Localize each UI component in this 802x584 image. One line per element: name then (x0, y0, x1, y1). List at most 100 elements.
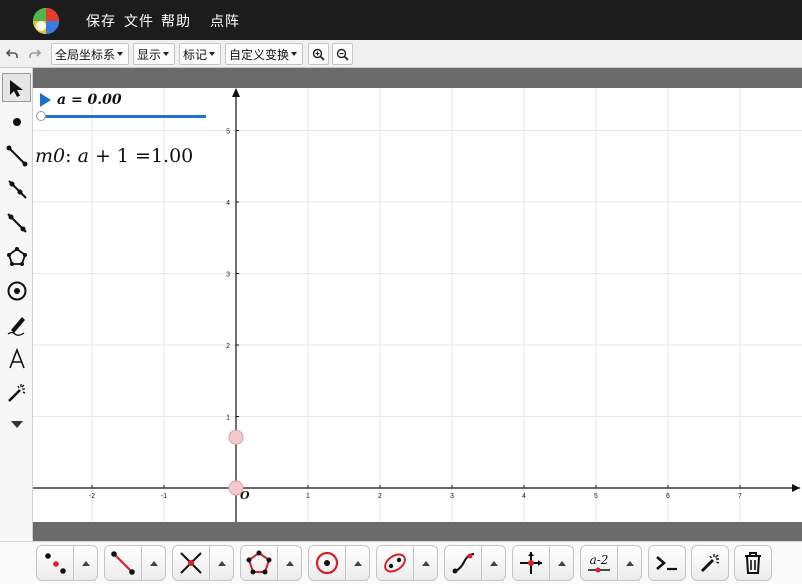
parameter-slider-track[interactable] (40, 115, 206, 118)
terminal-icon (656, 556, 677, 571)
geometry-point[interactable] (228, 480, 244, 496)
point-tool[interactable] (2, 107, 31, 136)
x-tick-label: 2 (378, 493, 382, 500)
polygon-tools-group (240, 545, 302, 581)
chevron-down-icon (163, 52, 170, 56)
menu-save[interactable]: 保存 (86, 11, 116, 31)
segment-tools-button[interactable] (104, 545, 142, 581)
intersection-tools-expand[interactable] (210, 545, 234, 581)
x-tick-label: 6 (666, 493, 670, 500)
trash-icon (745, 552, 761, 574)
geometry-point[interactable] (228, 429, 244, 445)
intersection-tools-button[interactable] (172, 545, 210, 581)
transform-tools-group (512, 545, 574, 581)
segment-tools-group (104, 545, 166, 581)
text-tool[interactable] (2, 344, 31, 373)
polygon-tools-expand[interactable] (278, 545, 302, 581)
transform-tools-expand[interactable] (550, 545, 574, 581)
measurement-variable: a (77, 145, 89, 167)
custom-transform-dropdown[interactable]: 自定义变换 (225, 43, 303, 65)
circle-tools-group (308, 545, 370, 581)
left-toolbox (0, 68, 33, 541)
x-tick-label: -2 (89, 493, 95, 500)
segment-tools-expand[interactable] (142, 545, 166, 581)
measurement-value: 1.00 (150, 145, 194, 167)
polygon-tools-button[interactable] (240, 545, 278, 581)
transform-tools-button[interactable] (512, 545, 550, 581)
coord-system-dropdown[interactable]: 全局坐标系 (51, 43, 129, 65)
arrow-cursor-icon (9, 79, 23, 97)
text-a-icon (8, 347, 25, 368)
polygon-tool[interactable] (2, 242, 31, 271)
parameter-label: a = 0.00 (57, 92, 122, 108)
y-axis-arrow-icon (232, 88, 240, 97)
mark-label: 标记 (183, 47, 208, 62)
select-arrow-tool[interactable] (2, 73, 31, 102)
slider-icon (588, 567, 610, 573)
circle-icon (7, 281, 26, 300)
chevron-down-icon (291, 52, 298, 56)
display-dropdown[interactable]: 显示 (133, 43, 175, 65)
polygon-icon (246, 550, 272, 575)
point-tools-expand[interactable] (74, 545, 98, 581)
menu-file[interactable]: 文件 (124, 11, 154, 31)
parameter-tools-expand[interactable] (618, 545, 642, 581)
parameter-tools-group: a-2 (580, 545, 642, 581)
canvas-top-strip (33, 68, 802, 88)
measurement-expression[interactable]: m0: a + 1 =1.00 (35, 145, 193, 167)
magic-wand-icon (701, 554, 720, 572)
play-icon[interactable] (40, 93, 51, 107)
function-tools-button[interactable] (444, 545, 482, 581)
app-logo (33, 8, 59, 34)
x-tick-label: 7 (738, 493, 742, 500)
conic-tools-button[interactable] (376, 545, 414, 581)
magic-wand-button[interactable] (691, 545, 729, 581)
menu-dot-grid[interactable]: 点阵 (210, 11, 240, 31)
undo-icon[interactable] (1, 43, 23, 65)
circle-tools-expand[interactable] (346, 545, 370, 581)
conic-tools-expand[interactable] (414, 545, 438, 581)
chevron-down-icon (209, 52, 216, 56)
chevron-up-icon (285, 560, 294, 566)
chevron-up-icon (81, 560, 90, 566)
x-tick-label: -1 (161, 493, 167, 500)
line-tool[interactable] (2, 208, 31, 237)
measurement-expression-rest: + 1 = (94, 145, 151, 167)
canvas-bottom-strip (33, 522, 802, 541)
pen-tool[interactable] (2, 310, 31, 339)
point-tools-group (36, 545, 98, 581)
more-tools-button[interactable] (2, 409, 31, 438)
magic-wand-tool[interactable] (2, 378, 31, 407)
measurement-name: m0 (35, 145, 66, 167)
delete-button[interactable] (734, 545, 772, 581)
circle-tools-button[interactable] (308, 545, 346, 581)
menu-help[interactable]: 帮助 (161, 11, 191, 31)
zoom-out-button[interactable] (332, 43, 353, 65)
ray-tool[interactable] (2, 174, 31, 203)
conic-tools-group (376, 545, 438, 581)
y-tick-label: 3 (226, 272, 230, 279)
display-label: 显示 (137, 47, 162, 62)
mark-dropdown[interactable]: 标记 (179, 43, 221, 65)
circle-tool[interactable] (2, 276, 31, 305)
parameter-control[interactable]: a = 0.00 (40, 92, 122, 108)
zoom-in-button[interactable] (308, 43, 329, 65)
point-tools-button[interactable] (36, 545, 74, 581)
function-tools-expand[interactable] (482, 545, 506, 581)
pen-icon (7, 316, 25, 336)
app-window: 保存 文件 帮助 点阵 全局坐标系 显示 标记 自定义变换 -2 -1 1 2 … (0, 0, 802, 584)
segment-icon (111, 551, 135, 575)
parameter-tools-button[interactable]: a-2 (580, 545, 618, 581)
toolbar: 全局坐标系 显示 标记 自定义变换 (0, 40, 802, 68)
redo-icon[interactable] (24, 43, 46, 65)
segment-tool[interactable] (2, 141, 31, 170)
zoom-in-icon (312, 48, 325, 61)
command-line-button[interactable] (648, 545, 686, 581)
ellipse-icon (384, 553, 406, 573)
chevron-up-icon (353, 560, 362, 566)
chevron-up-icon (421, 560, 430, 566)
parameter-slider-handle[interactable] (36, 111, 46, 121)
chevron-up-icon (489, 560, 498, 566)
chevron-up-icon (149, 560, 158, 566)
custom-transform-label: 自定义变换 (229, 47, 290, 62)
